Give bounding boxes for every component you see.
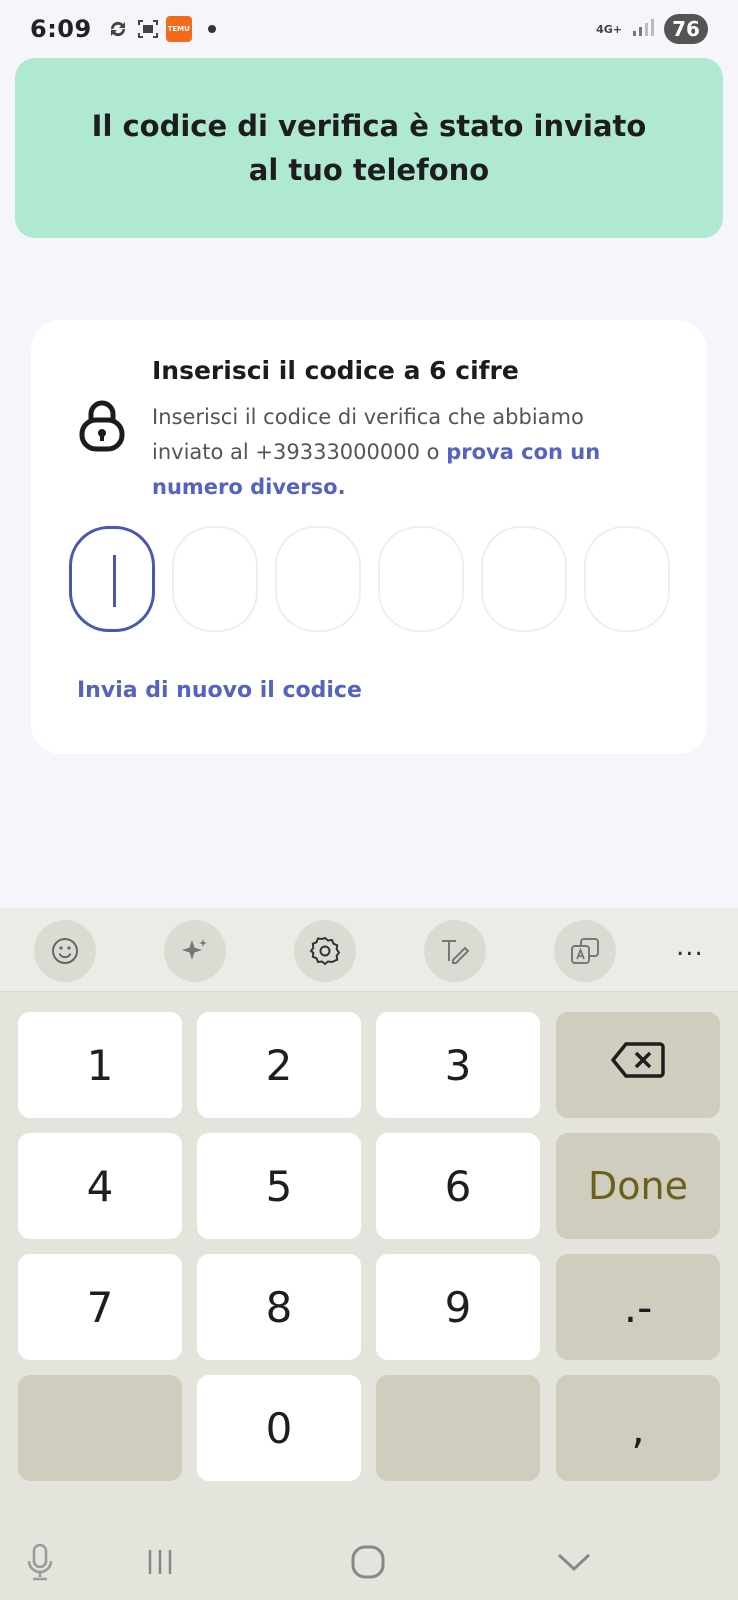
numeric-keyboard: ... 1 2 3 4 5 6 Done 7 8 9 .- 0 , bbox=[0, 908, 738, 1600]
sync-icon bbox=[106, 17, 130, 41]
key-6[interactable]: 6 bbox=[376, 1133, 540, 1239]
backspace-icon bbox=[610, 1040, 666, 1090]
more-icon[interactable]: ... bbox=[676, 932, 704, 962]
blank-key-left bbox=[18, 1375, 182, 1481]
otp-digit-3[interactable] bbox=[275, 526, 361, 632]
key-0[interactable]: 0 bbox=[197, 1375, 361, 1481]
notification-dot bbox=[207, 25, 216, 33]
resend-code-link[interactable]: Invia di nuovo il codice bbox=[77, 678, 362, 703]
status-time: 6:09 bbox=[30, 15, 92, 43]
screenshot-icon bbox=[136, 17, 160, 41]
toast-message: Il codice di verifica è stato inviato al… bbox=[91, 109, 647, 187]
key-2[interactable]: 2 bbox=[197, 1012, 361, 1118]
card-description: Inserisci il codice di verifica che abbi… bbox=[152, 400, 652, 505]
temu-app-icon: TEMU bbox=[165, 16, 192, 42]
key-1[interactable]: 1 bbox=[18, 1012, 182, 1118]
key-5[interactable]: 5 bbox=[197, 1133, 361, 1239]
mic-icon[interactable] bbox=[20, 1540, 60, 1584]
otp-digit-6[interactable] bbox=[584, 526, 670, 632]
settings-icon[interactable] bbox=[294, 920, 356, 982]
comma-key[interactable]: , bbox=[556, 1375, 720, 1481]
otp-digit-2[interactable] bbox=[172, 526, 258, 632]
lock-icon bbox=[79, 400, 125, 452]
done-key[interactable]: Done bbox=[556, 1133, 720, 1239]
otp-digit-5[interactable] bbox=[481, 526, 567, 632]
key-3[interactable]: 3 bbox=[376, 1012, 540, 1118]
verification-toast: Il codice di verifica è stato inviato al… bbox=[15, 58, 723, 238]
translate-icon[interactable] bbox=[554, 920, 616, 982]
card-title: Inserisci il codice a 6 cifre bbox=[152, 356, 519, 385]
key-8[interactable]: 8 bbox=[197, 1254, 361, 1360]
otp-digit-1[interactable] bbox=[69, 526, 155, 632]
key-7[interactable]: 7 bbox=[18, 1254, 182, 1360]
key-9[interactable]: 9 bbox=[376, 1254, 540, 1360]
network-indicator: 4G+ bbox=[596, 22, 622, 36]
status-bar: 6:09 TEMU 4G+ 76 bbox=[0, 0, 738, 58]
hide-keyboard-icon[interactable] bbox=[552, 1542, 596, 1582]
sparkle-icon[interactable] bbox=[164, 920, 226, 982]
emoji-icon[interactable] bbox=[34, 920, 96, 982]
key-4[interactable]: 4 bbox=[18, 1133, 182, 1239]
keyboard-toolbar: ... bbox=[0, 908, 738, 992]
blank-key-right bbox=[376, 1375, 540, 1481]
home-icon[interactable] bbox=[346, 1540, 390, 1584]
signal-icon bbox=[632, 17, 654, 41]
recents-icon[interactable] bbox=[140, 1542, 180, 1582]
otp-input-row bbox=[69, 526, 670, 632]
text-caret bbox=[113, 555, 116, 607]
handwriting-icon[interactable] bbox=[424, 920, 486, 982]
dot-dash-key[interactable]: .- bbox=[556, 1254, 720, 1360]
verification-card: Inserisci il codice a 6 cifre Inserisci … bbox=[31, 320, 707, 754]
otp-digit-4[interactable] bbox=[378, 526, 464, 632]
navigation-bar bbox=[0, 1534, 738, 1600]
backspace-key[interactable] bbox=[556, 1012, 720, 1118]
battery-indicator: 76 bbox=[664, 14, 708, 44]
